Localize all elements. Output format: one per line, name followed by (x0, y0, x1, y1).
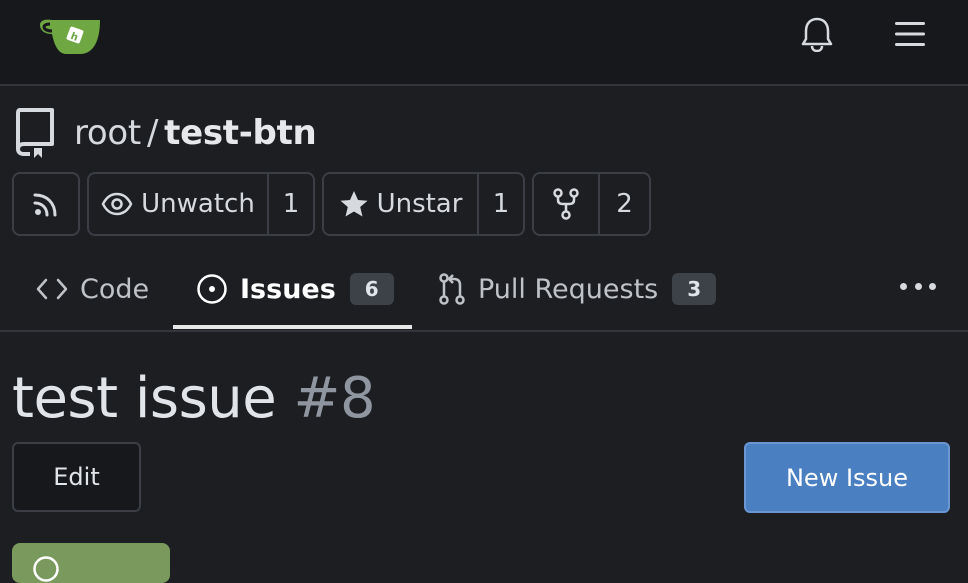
top-navbar: h (0, 0, 968, 86)
tab-issues-label: Issues (240, 273, 336, 305)
forks-count[interactable]: 2 (600, 174, 649, 234)
unstar-button[interactable]: Unstar (324, 174, 477, 234)
fork-icon (553, 188, 579, 220)
watch-label: Unwatch (141, 189, 255, 219)
rss-icon (33, 193, 57, 217)
repo-name-link[interactable]: test-btn (164, 113, 317, 153)
tab-pull-requests-label: Pull Requests (478, 273, 659, 305)
star-label: Unstar (376, 189, 463, 219)
repo-path-separator: / (146, 113, 159, 153)
edit-button[interactable]: Edit (12, 442, 141, 512)
star-button-group: Unstar 1 (322, 172, 525, 236)
stars-count[interactable]: 1 (479, 174, 523, 234)
issue-open-icon (197, 274, 227, 304)
git-pull-request-icon (439, 273, 465, 305)
repo-tabs: Code Issues 6 Pull Requests 3 (0, 250, 968, 332)
repo-header: root / test-btn (14, 108, 317, 158)
fork-button[interactable] (534, 174, 598, 234)
issue-number: #8 (293, 366, 376, 431)
tab-pull-requests[interactable]: Pull Requests 3 (438, 250, 717, 328)
issues-count-badge: 6 (349, 273, 394, 305)
pull-requests-count-badge: 3 (672, 273, 717, 305)
rss-button[interactable] (12, 172, 80, 236)
code-icon (36, 278, 68, 300)
bell-icon[interactable] (800, 16, 834, 52)
active-tab-indicator (173, 325, 412, 329)
issue-title: test issue #8 (12, 366, 376, 431)
fork-button-group: 2 (532, 172, 651, 236)
watch-button-group: Unwatch 1 (87, 172, 315, 236)
star-icon (340, 191, 368, 217)
tab-issues[interactable]: Issues 6 (196, 250, 394, 328)
tab-code-label: Code (80, 273, 150, 305)
tab-code[interactable]: Code (36, 250, 149, 328)
issue-title-text: test issue (12, 366, 277, 431)
issue-state-badge (12, 543, 170, 583)
eye-icon (101, 192, 133, 216)
repo-icon (16, 108, 54, 158)
repo-owner-link[interactable]: root (74, 113, 141, 153)
gitea-logo[interactable]: h (40, 14, 104, 58)
menu-icon[interactable] (893, 20, 927, 48)
new-issue-button[interactable]: New Issue (744, 442, 950, 513)
issue-open-icon (33, 556, 59, 582)
watchers-count[interactable]: 1 (269, 174, 313, 234)
kebab-horizontal-icon[interactable] (900, 276, 936, 296)
unwatch-button[interactable]: Unwatch (89, 174, 267, 234)
